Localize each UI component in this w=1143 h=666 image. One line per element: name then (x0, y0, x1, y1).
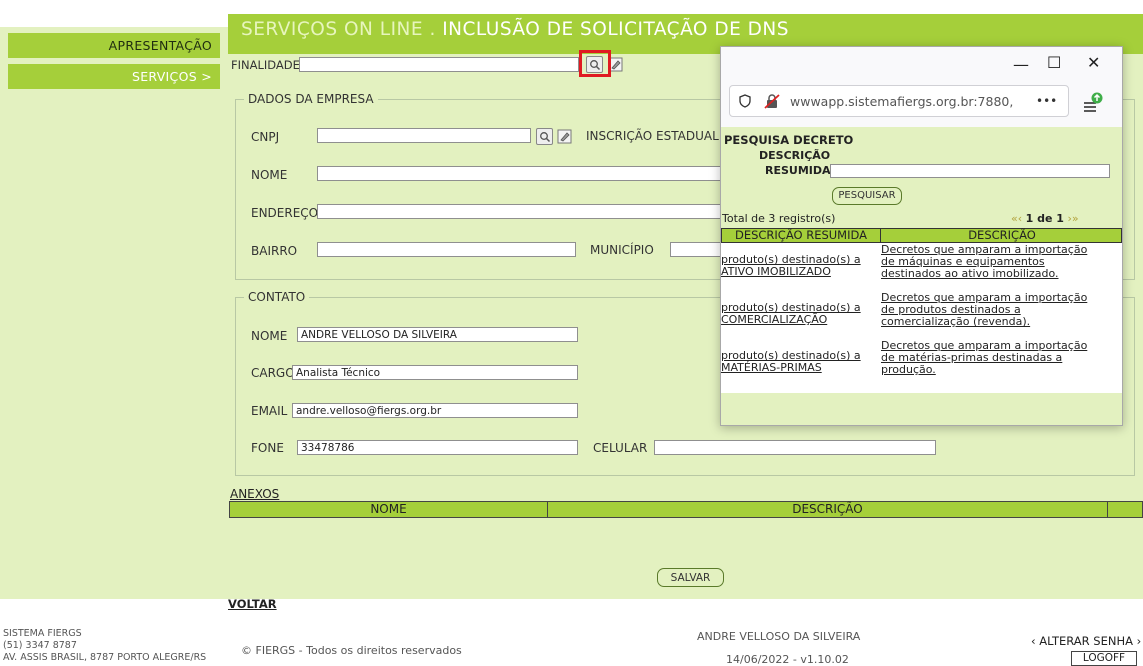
search-label-line2: RESUMIDA (765, 164, 831, 177)
url-text: wwwapp.sistemafiergs.org.br:7880, (790, 94, 1014, 109)
bairro-input[interactable] (317, 242, 576, 257)
footer-address: AV. ASSIS BRASIL, 8787 PORTO ALEGRE/RS (3, 652, 207, 663)
email-input[interactable] (292, 403, 578, 418)
search-label-line1: DESCRIÇÃO (759, 149, 831, 162)
table-row[interactable]: produto(s) destinado(s) a MATÉRIAS-PRIMA… (721, 339, 1122, 389)
footer-org: SISTEMA FIERGS (3, 628, 82, 639)
footer-version: 14/06/2022 - v1.10.02 (726, 653, 849, 666)
table-row[interactable]: produto(s) destinado(s) a COMERCIALIZAÇÃ… (721, 291, 1122, 341)
sidebar-top-strip (0, 0, 228, 27)
footer-phone: (51) 3347 8787 (3, 640, 77, 651)
empresa-nome-input[interactable] (317, 166, 727, 181)
prev-page-icon[interactable]: ‹ (1018, 212, 1026, 225)
first-page-icon[interactable]: « (1011, 212, 1018, 225)
pagination: «‹ 1 de 1 ›» (1011, 212, 1079, 225)
row-descricao-line3[interactable]: produção. (881, 364, 936, 376)
bairro-label: BAIRRO (251, 244, 298, 258)
menu-update-icon[interactable] (1081, 91, 1105, 115)
contato-nome-label: NOME (251, 329, 288, 343)
row-descricao-line3[interactable]: comercialização (revenda). (881, 316, 1030, 328)
footer: SISTEMA FIERGS (51) 3347 8787 AV. ASSIS … (0, 612, 1143, 666)
close-button[interactable]: ✕ (1087, 53, 1100, 72)
col-descricao: DESCRIÇÃO (968, 228, 1036, 242)
sidebar-item-apresentacao[interactable]: APRESENTAÇÃO (8, 33, 220, 58)
insecure-lock-icon[interactable] (764, 94, 780, 109)
minimize-button[interactable]: — (1013, 55, 1029, 74)
contato-legend: CONTATO (248, 290, 306, 304)
municipio-label: MUNICÍPIO (590, 243, 654, 257)
popup-window: — ☐ ✕ wwwapp.sistemafiergs.org.br:7880, … (720, 46, 1123, 426)
fone-input[interactable] (297, 440, 578, 455)
highlight-box (579, 50, 611, 77)
cnpj-label: CNPJ (251, 130, 280, 144)
descricao-resumida-input[interactable] (830, 164, 1110, 178)
pesquisar-button[interactable]: PESQUISAR (832, 187, 902, 205)
col-descricao-resumida: DESCRIÇÃO RESUMIDA (722, 229, 881, 242)
results-table-body: produto(s) destinado(s) a ATIVO IMOBILIZ… (721, 243, 1122, 393)
email-label: EMAIL (251, 404, 288, 418)
empresa-legend: DADOS DA EMPRESA (248, 92, 374, 106)
popup-heading: PESQUISA DECRETO (724, 133, 854, 147)
sidebar: APRESENTAÇÃO SERVIÇOS > (0, 0, 228, 599)
row-resumida-line2[interactable]: MATÉRIAS-PRIMAS (721, 362, 822, 374)
url-bar[interactable]: wwwapp.sistemafiergs.org.br:7880, ••• (729, 85, 1069, 117)
results-table-header: DESCRIÇÃO RESUMIDA DESCRIÇÃO (721, 228, 1122, 243)
shield-icon[interactable] (739, 94, 751, 108)
maximize-button[interactable]: ☐ (1047, 53, 1061, 72)
anexos-table-header: NOME DESCRIÇÃO (229, 501, 1143, 518)
contato-nome-input[interactable] (297, 327, 578, 342)
anexos-col-descricao: DESCRIÇÃO (548, 502, 1108, 517)
cnpj-search-button[interactable] (536, 128, 553, 145)
total-registros: Total de 3 registro(s) (722, 212, 836, 225)
popup-body: PESQUISA DECRETO DESCRIÇÃO RESUMIDA PESQ… (721, 127, 1122, 425)
eraser-icon[interactable] (557, 129, 572, 144)
endereco-label: ENDEREÇO (251, 206, 319, 220)
finalidade-input[interactable] (299, 57, 579, 72)
anexos-col-nome: NOME (230, 502, 548, 517)
alterar-senha-link[interactable]: ‹ ALTERAR SENHA › (1031, 634, 1141, 648)
page-indicator: 1 de 1 (1025, 212, 1064, 225)
empresa-nome-label: NOME (251, 168, 288, 182)
voltar-link[interactable]: VOLTAR (228, 597, 277, 611)
last-page-icon[interactable]: » (1072, 212, 1079, 225)
sidebar-item-servicos[interactable]: SERVIÇOS > (8, 64, 220, 89)
footer-user: ANDRE VELLOSO DA SILVEIRA (697, 630, 861, 643)
celular-label: CELULAR (593, 441, 648, 455)
cargo-input[interactable] (292, 365, 578, 380)
salvar-button[interactable]: SALVAR (657, 568, 724, 587)
page-title-prefix: SERVIÇOS ON LINE . (241, 19, 443, 40)
celular-input[interactable] (654, 440, 936, 455)
inscricao-estadual-label: INSCRIÇÃO ESTADUAL (586, 129, 719, 143)
anexos-link[interactable]: ANEXOS (230, 487, 279, 501)
row-descricao-line3[interactable]: destinados ao ativo imobilizado. (881, 268, 1059, 280)
footer-copyright: © FIERGS - Todos os direitos reservados (241, 644, 462, 657)
row-resumida-line2[interactable]: ATIVO IMOBILIZADO (721, 266, 831, 278)
cnpj-input[interactable] (317, 128, 531, 143)
endereco-input[interactable] (317, 204, 727, 219)
municipio-input[interactable] (670, 242, 727, 257)
table-row[interactable]: produto(s) destinado(s) a ATIVO IMOBILIZ… (721, 243, 1122, 293)
search-icon (539, 131, 550, 142)
popup-browser-chrome: — ☐ ✕ wwwapp.sistemafiergs.org.br:7880, … (721, 47, 1122, 127)
finalidade-label: FINALIDADE (231, 58, 300, 72)
page-actions-more[interactable]: ••• (1036, 94, 1057, 108)
page-title: INCLUSÃO DE SOLICITAÇÃO DE DNS (442, 19, 789, 40)
fone-label: FONE (251, 441, 284, 455)
row-resumida-line2[interactable]: COMERCIALIZAÇÃO (721, 314, 827, 326)
next-page-icon[interactable]: › (1064, 212, 1071, 225)
cargo-label: CARGO (251, 366, 295, 380)
